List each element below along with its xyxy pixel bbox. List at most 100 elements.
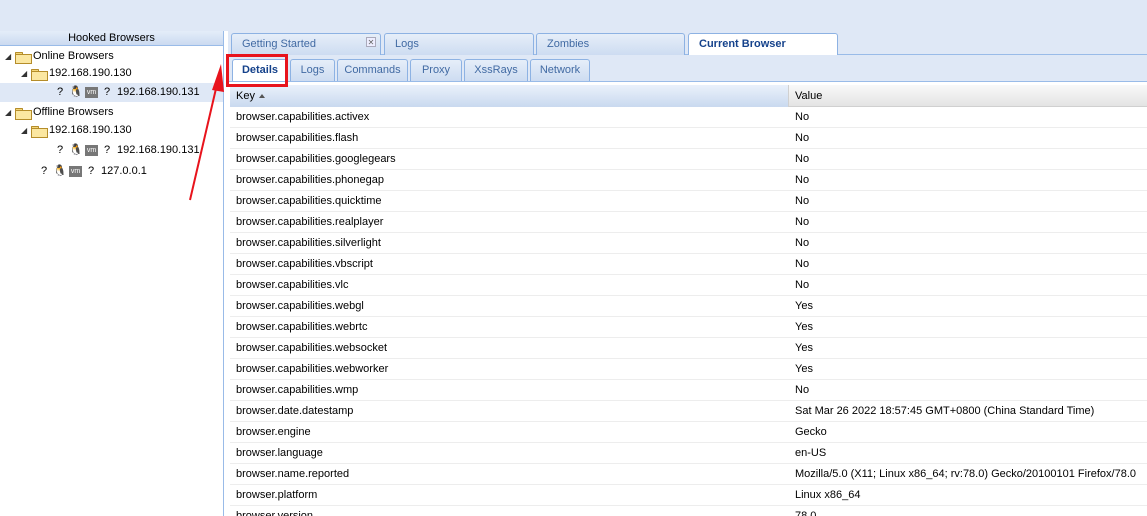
subtab-label: Commands [344,64,401,76]
row-key: browser.capabilities.googlegears [236,153,396,165]
row-value: Gecko [795,426,827,438]
question-icon: ? [87,165,95,177]
folder-icon [31,125,48,138]
row-key: browser.capabilities.phonegap [236,174,384,186]
row-key: browser.capabilities.wmp [236,384,359,396]
table-row[interactable]: browser.capabilities.phonegap No [230,170,1147,191]
tree-label: Offline Browsers [33,106,114,118]
row-value: 78.0 [795,510,817,516]
table-row[interactable]: browser.capabilities.webgl Yes [230,296,1147,317]
table-row[interactable]: browser.capabilities.googlegears No [230,149,1147,170]
table-row[interactable]: browser.capabilities.activex No [230,107,1147,128]
row-value: No [795,384,810,396]
expand-triangle-icon[interactable]: ◢ [5,47,15,66]
row-key: browser.capabilities.silverlight [236,237,381,249]
tab-getting-started[interactable]: Getting Started ✕ [231,33,381,55]
expand-triangle-icon[interactable]: ◢ [21,64,31,83]
row-value: Sat Mar 26 2022 18:57:45 GMT+0800 (China… [795,405,1095,417]
subtab-label: Logs [300,64,325,76]
table-row[interactable]: browser.capabilities.silverlight No [230,233,1147,254]
tab-label: Logs [395,38,419,50]
linux-icon: 🐧 [69,144,83,156]
subtab-label: Network [539,64,581,76]
tab-label: Zombies [547,38,590,50]
row-key: browser.platform [236,489,318,501]
table-row[interactable]: browser.capabilities.quicktime No [230,191,1147,212]
table-row[interactable]: browser.capabilities.webworker Yes [230,359,1147,380]
main-tab-bar: Getting Started ✕ Logs Zombies Current B… [228,31,1147,56]
table-row[interactable]: browser.version 78.0 [230,506,1147,516]
subtab-logs[interactable]: Logs [290,59,335,81]
row-key: browser.version [236,510,314,516]
table-row[interactable]: browser.capabilities.websocket Yes [230,338,1147,359]
expand-triangle-icon[interactable]: ◢ [5,103,15,122]
subtab-proxy[interactable]: Proxy [410,59,462,81]
tree-online-browser-item[interactable]: ? 🐧 vm? 192.168.190.131 [0,83,223,102]
row-key: browser.capabilities.realplayer [236,216,384,228]
expand-triangle-icon[interactable]: ◢ [21,121,31,140]
subtab-network[interactable]: Network [530,59,590,81]
tab-label: Current Browser [699,38,786,50]
tab-label: Getting Started [242,38,316,50]
column-header-key[interactable]: Key [230,85,789,107]
table-row[interactable]: browser.date.datestamp Sat Mar 26 2022 18… [230,401,1147,422]
tree-offline-browser-item[interactable]: ? 🐧 vm? 127.0.0.1 [36,162,147,181]
question-icon: ? [40,165,48,177]
close-icon[interactable]: ✕ [366,37,376,47]
tree-offline-browsers[interactable]: ◢ Offline Browsers [5,103,114,122]
row-value: en-US [795,447,827,459]
row-key: browser.language [236,447,323,459]
row-key: browser.capabilities.flash [236,132,359,144]
tree-label: 192.168.190.131 [117,86,200,98]
tree-offline-ip[interactable]: ◢ 192.168.190.130 [21,121,132,140]
subtab-label: Proxy [421,64,451,76]
table-row[interactable]: browser.capabilities.vbscript No [230,254,1147,275]
row-value: No [795,174,810,186]
table-row[interactable]: browser.capabilities.flash No [230,128,1147,149]
row-key: browser.capabilities.webgl [236,300,364,312]
row-key: browser.capabilities.webworker [236,363,389,375]
row-value: Mozilla/5.0 (X11; Linux x86_64; rv:78.0)… [795,468,1136,480]
grid-header: Key Value [230,85,1147,107]
details-grid: Key Value browser.capabilities.activex No… [230,85,1147,516]
tab-zombies[interactable]: Zombies [536,33,685,55]
tree-label: 192.168.190.130 [49,124,132,136]
row-key: browser.capabilities.websocket [236,342,388,354]
linux-icon: 🐧 [53,165,67,177]
row-value: No [795,216,810,228]
question-icon: ? [56,86,64,98]
tab-logs[interactable]: Logs [384,33,534,55]
subtab-xssrays[interactable]: XssRays [464,59,528,81]
table-row[interactable]: browser.capabilities.webrtc Yes [230,317,1147,338]
row-value: No [795,279,810,291]
row-value: No [795,132,810,144]
row-value: No [795,195,810,207]
grid-body: browser.capabilities.activex No browser.ca… [230,107,1147,516]
row-value: Yes [795,300,813,312]
question-icon: ? [103,144,111,156]
question-icon: ? [103,86,111,98]
column-label: Value [795,90,823,102]
main-panel: Getting Started ✕ Logs Zombies Current B… [228,31,1147,516]
row-value: Yes [795,321,813,333]
row-value: No [795,258,810,270]
table-row[interactable]: browser.language en-US [230,443,1147,464]
table-row[interactable]: browser.name.reported Mozilla/5.0 (X11; L… [230,464,1147,485]
tree-offline-browser-item[interactable]: ? 🐧 vm? 192.168.190.131 [52,141,200,160]
subtab-label: XssRays [474,64,518,76]
table-row[interactable]: browser.capabilities.wmp No [230,380,1147,401]
tab-current-browser[interactable]: Current Browser [688,33,838,56]
tree-online-ip[interactable]: ◢ 192.168.190.130 [21,64,132,83]
subtab-commands[interactable]: Commands [337,59,408,81]
row-key: browser.capabilities.vlc [236,279,349,291]
table-row[interactable]: browser.capabilities.realplayer No [230,212,1147,233]
row-value: Yes [795,342,813,354]
row-key: browser.capabilities.activex [236,111,370,123]
column-header-value[interactable]: Value [789,85,1147,107]
row-key: browser.date.datestamp [236,405,354,417]
table-row[interactable]: browser.engine Gecko [230,422,1147,443]
table-row[interactable]: browser.capabilities.vlc No [230,275,1147,296]
question-icon: ? [56,144,64,156]
table-row[interactable]: browser.platform Linux x86_64 [230,485,1147,506]
sort-ascending-icon [258,94,265,99]
